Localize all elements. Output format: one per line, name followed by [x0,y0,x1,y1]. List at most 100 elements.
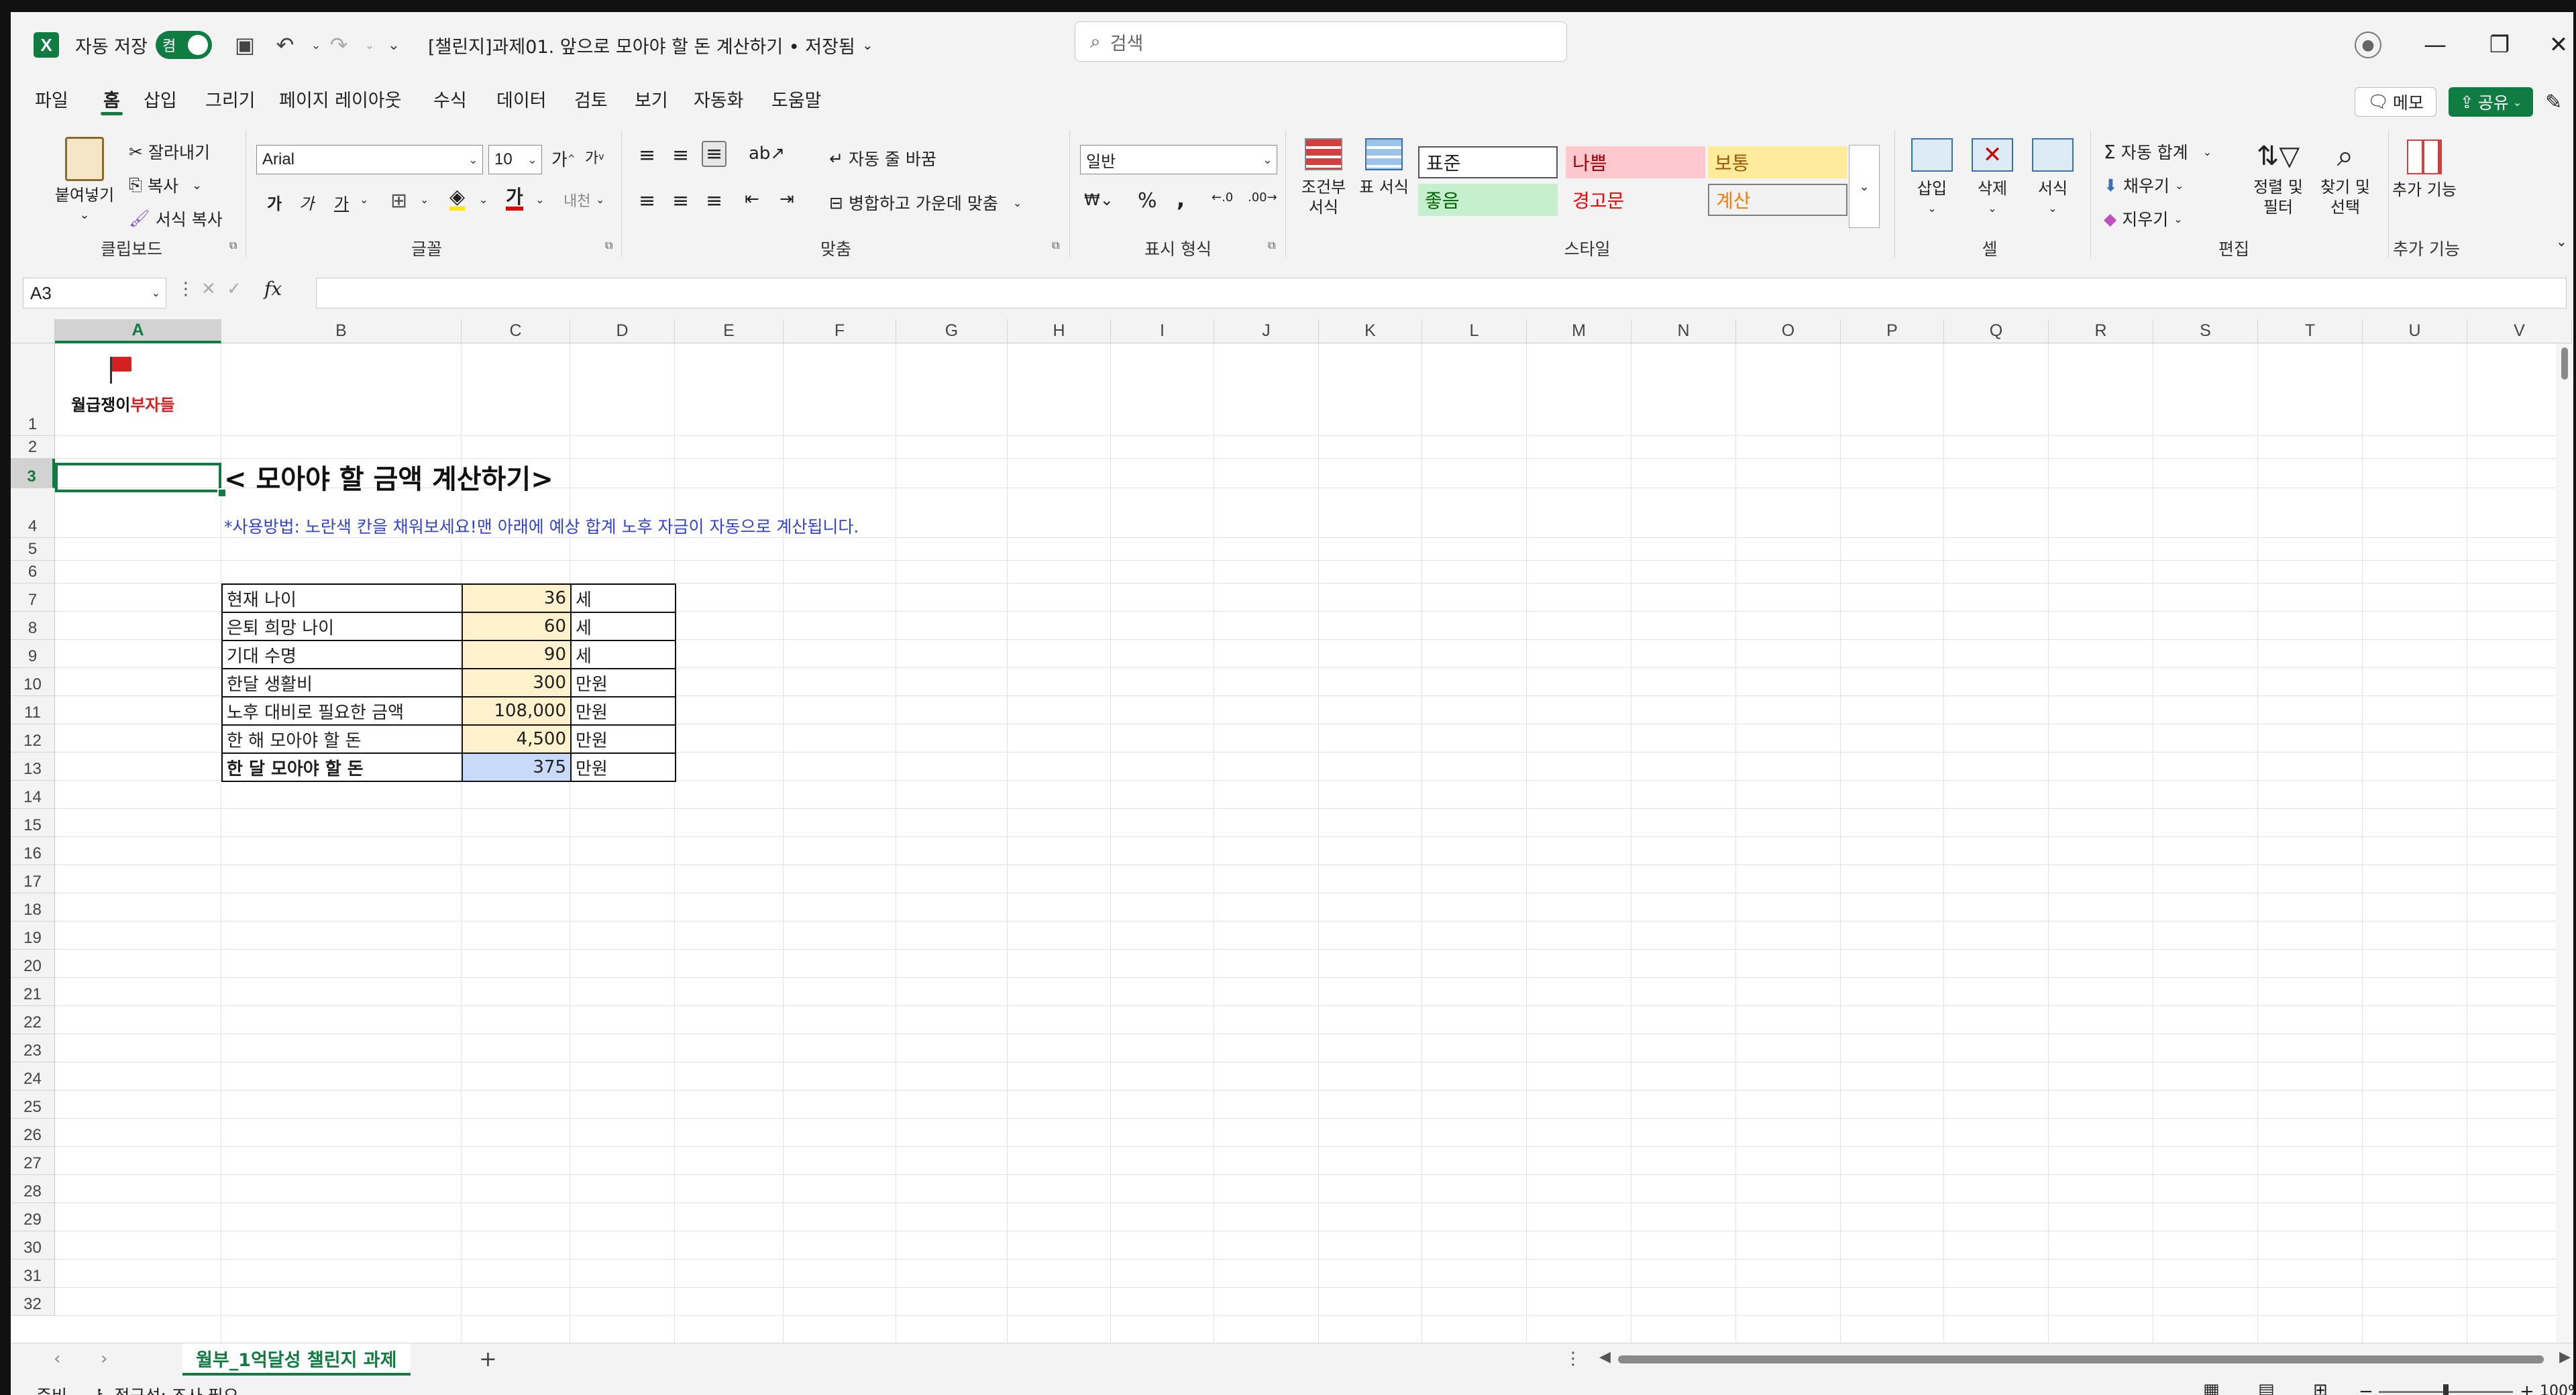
customize-qat-icon[interactable]: ⌄ [378,12,409,78]
number-launcher-icon[interactable]: ⧉ [1268,239,1275,252]
vertical-scroll-thumb[interactable] [2561,347,2568,380]
column-header-u[interactable]: U [2363,319,2467,343]
horizontal-scrollbar[interactable]: ◀ ▶ [1594,1349,2573,1368]
table-unit-cell[interactable]: 만원 [570,724,676,754]
align-top-icon[interactable]: ≡ [639,144,655,167]
column-header-t[interactable]: T [2258,319,2363,343]
decrease-decimal-icon[interactable]: .00→ [1248,190,1277,205]
style-bad[interactable]: 나쁨 [1566,146,1705,178]
decrease-font-icon[interactable]: 가v [585,146,604,168]
vertical-scrollbar[interactable] [2556,343,2573,1343]
page-layout-view-icon[interactable]: ▤ [2258,1380,2275,1395]
increase-indent-icon[interactable]: ⇥ [780,189,794,209]
conditional-format-button[interactable]: 조건부 서식 [1293,138,1354,217]
tab-formulas[interactable]: 수식 [433,78,467,119]
tab-home[interactable]: 홈 [101,78,123,119]
align-right-icon[interactable]: ≡ [706,189,722,213]
merge-center-button[interactable]: ⊟ 병합하고 가운데 맞춤 ⌄ [829,190,1022,215]
table-unit-cell[interactable]: 만원 [570,696,676,726]
clear-button[interactable]: ◆ 지우기 ⌄ [2104,207,2183,231]
zoom-out-icon[interactable]: − [2359,1382,2373,1395]
normal-view-icon[interactable]: ▦ [2203,1380,2220,1395]
row-header-11[interactable]: 11 [11,696,55,724]
row-header-26[interactable]: 26 [11,1119,55,1147]
row-header-32[interactable]: 32 [11,1288,55,1316]
input-value-cell[interactable]: 300 [462,668,572,698]
formula-input[interactable] [316,278,2567,309]
column-header-q[interactable]: Q [1944,319,2049,343]
row-header-16[interactable]: 16 [11,837,55,865]
table-label-cell[interactable]: 은퇴 희망 나이 [221,612,463,641]
page-break-view-icon[interactable]: ⊞ [2313,1380,2328,1395]
style-normal[interactable]: 표준 [1418,146,1558,178]
zoom-slider[interactable] [2379,1384,2513,1395]
clipboard-launcher-icon[interactable]: ⧉ [229,239,237,252]
column-header-b[interactable]: B [221,319,462,343]
column-header-o[interactable]: O [1736,319,1841,343]
zoom-in-icon[interactable]: + [2520,1382,2534,1395]
row-header-30[interactable]: 30 [11,1231,55,1260]
row-header-15[interactable]: 15 [11,809,55,837]
tab-split-icon[interactable]: ⋮ [1564,1349,1582,1369]
font-color-icon[interactable]: 가 [506,188,523,211]
row-header-9[interactable]: 9 [11,640,55,668]
increase-decimal-icon[interactable]: ←.0 [1212,190,1233,205]
table-label-cell[interactable]: 한달 생활비 [221,668,463,698]
column-header-l[interactable]: L [1422,319,1527,343]
autosum-button[interactable]: Σ 자동 합계 ⌄ [2104,140,2212,164]
increase-font-icon[interactable]: 가 ^ [551,146,576,171]
fill-button[interactable]: ⬇ 채우기 ⌄ [2104,173,2184,197]
input-value-cell[interactable]: 60 [462,612,572,641]
style-warning[interactable]: 경고문 [1566,184,1705,216]
input-value-cell[interactable]: 4,500 [462,724,572,754]
table-unit-cell[interactable]: 세 [570,612,676,641]
column-header-m[interactable]: M [1527,319,1631,343]
format-painter-button[interactable]: 🖌 서식 복사 [129,207,223,231]
cut-button[interactable]: ✂ 잘라내기 [129,140,210,164]
tab-draw[interactable]: 그리기 [205,78,256,119]
column-header-a[interactable]: A [55,319,221,343]
border-icon[interactable]: ⊞ [390,189,407,213]
row-header-23[interactable]: 23 [11,1034,55,1062]
decrease-indent-icon[interactable]: ⇤ [745,189,759,209]
memo-button[interactable]: 🗨 메모 [2355,87,2436,117]
row-header-31[interactable]: 31 [11,1260,55,1288]
row-header-4[interactable]: 4 [11,488,55,538]
find-select-button[interactable]: ⌕ 찾기 및 선택 [2312,140,2379,217]
row-header-12[interactable]: 12 [11,724,55,752]
number-format-select[interactable]: 일반 ⌄ [1080,145,1277,174]
save-icon[interactable]: ▣ [229,12,260,78]
tab-page-layout[interactable]: 페이지 레이아웃 [279,78,401,119]
row-header-28[interactable]: 28 [11,1175,55,1203]
row-header-25[interactable]: 25 [11,1091,55,1119]
column-header-k[interactable]: K [1319,319,1422,343]
column-header-g[interactable]: G [896,319,1008,343]
font-size-select[interactable]: 10 ⌄ [488,145,542,174]
underline-dropdown-icon[interactable]: ⌄ [360,193,368,206]
input-value-cell[interactable]: 36 [462,583,572,613]
styles-more-icon[interactable]: ⌄ [1849,145,1880,228]
row-header-20[interactable]: 20 [11,950,55,978]
row-header-1[interactable]: 1 [11,343,55,436]
row-header-8[interactable]: 8 [11,612,55,640]
search-box[interactable]: ⌕ 검색 [1075,21,1567,62]
table-unit-cell[interactable]: 세 [570,640,676,669]
prev-sheet-icon[interactable]: ‹ [54,1349,60,1369]
row-header-24[interactable]: 24 [11,1062,55,1091]
redo-icon[interactable]: ↷ [323,12,354,78]
account-icon[interactable]: ● [2355,12,2381,78]
row-header-19[interactable]: 19 [11,922,55,950]
align-left-icon[interactable]: ≡ [639,189,655,213]
wrap-text-button[interactable]: ↵ 자동 줄 바꿈 [829,146,936,170]
tab-help[interactable]: 도움말 [771,78,822,119]
tab-file[interactable]: 파일 [35,78,68,119]
sort-filter-button[interactable]: ⇅▽ 정렬 및 필터 [2245,140,2312,217]
sheet-tab-active[interactable]: 월부_1억달성 챌린지 과제 [182,1343,411,1376]
align-middle-icon[interactable]: ≡ [672,144,689,167]
style-good[interactable]: 좋음 [1418,184,1558,216]
minimize-icon[interactable]: — [2404,12,2466,78]
row-header-13[interactable]: 13 [11,752,55,781]
row-header-22[interactable]: 22 [11,1006,55,1034]
column-header-e[interactable]: E [675,319,784,343]
row-header-27[interactable]: 27 [11,1147,55,1175]
